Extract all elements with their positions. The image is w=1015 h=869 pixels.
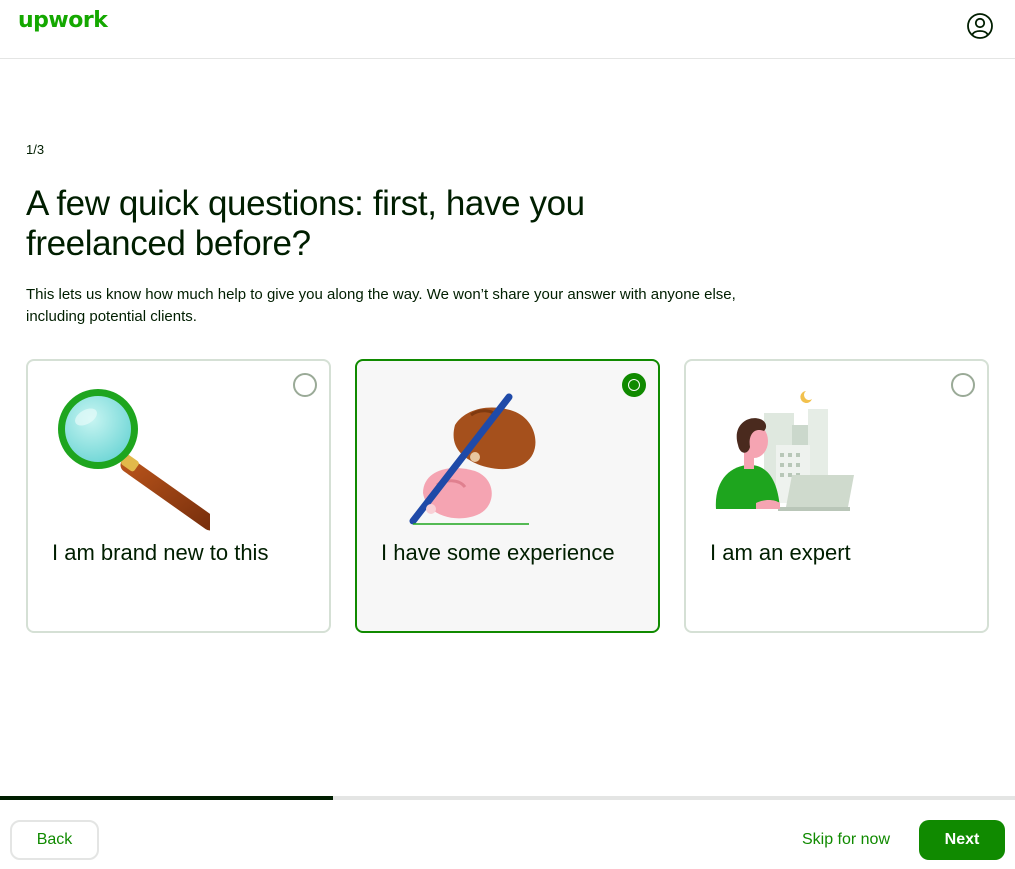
back-button[interactable]: Back: [10, 820, 99, 860]
upwork-logo[interactable]: upwork: [18, 8, 108, 33]
account-button[interactable]: [966, 12, 994, 40]
magnifying-glass-icon: [58, 389, 210, 531]
user-circle-icon: [967, 13, 993, 39]
top-header: upwork: [0, 0, 1015, 59]
next-button[interactable]: Next: [919, 820, 1005, 860]
option-label-expert: I am an expert: [710, 540, 851, 565]
option-label-brand-new: I am brand new to this: [52, 540, 269, 565]
progress-bar-fill: [0, 796, 333, 800]
option-radio-expert[interactable]: [951, 373, 975, 397]
hands-with-pen-icon: [409, 393, 536, 525]
step-indicator: 1/3: [26, 142, 45, 157]
option-card-expert[interactable]: I am an expert: [684, 359, 989, 633]
page-title: A few quick questions: first, have you f…: [26, 184, 585, 263]
progress-bar: [0, 796, 1015, 800]
page-description: This lets us know how much help to give …: [26, 286, 736, 325]
option-label-some-experience: I have some experience: [381, 540, 615, 565]
option-card-brand-new[interactable]: I am brand new to this: [26, 359, 331, 633]
skip-for-now-button[interactable]: Skip for now: [790, 822, 902, 858]
option-card-some-experience[interactable]: I have some experience: [355, 359, 660, 633]
person-with-laptop-icon: [715, 391, 854, 511]
option-radio-brand-new[interactable]: [293, 373, 317, 397]
option-radio-some-experience[interactable]: [622, 373, 646, 397]
